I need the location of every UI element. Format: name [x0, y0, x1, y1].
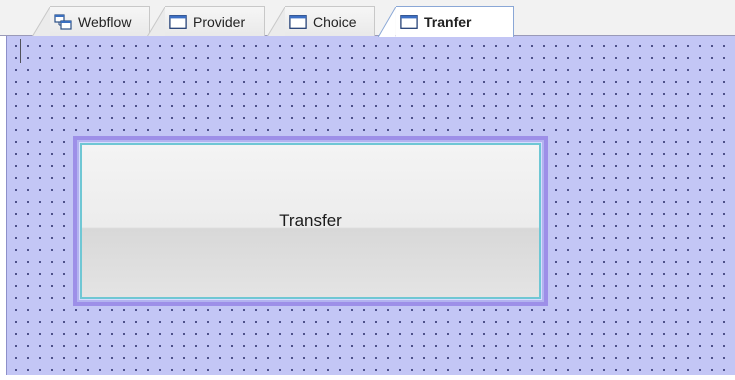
tab-edge-decoration: [147, 7, 165, 37]
tab-tranfer[interactable]: Tranfer: [378, 6, 514, 37]
tab-label: Tranfer: [424, 14, 472, 30]
node-label: Transfer: [279, 211, 342, 230]
transfer-node[interactable]: Transfer: [79, 142, 542, 300]
view-state-icon: [169, 14, 187, 30]
tab-webflow[interactable]: Webflow: [32, 6, 150, 37]
webflow-icon: [54, 13, 72, 30]
design-canvas[interactable]: Transfer: [6, 36, 735, 375]
tab-edge-decoration: [32, 7, 50, 37]
tab-edge-decoration: [378, 7, 396, 37]
tab-provider[interactable]: Provider: [147, 6, 265, 37]
tab-label: Choice: [313, 13, 357, 30]
text-caret: [20, 39, 21, 63]
editor-tab-strip: Webflow Provider Choice Tranfer: [0, 0, 735, 37]
tab-edge-decoration: [267, 7, 285, 37]
tab-choice[interactable]: Choice: [267, 6, 375, 37]
canvas-bottom-edge: [0, 375, 735, 380]
tab-label: Provider: [193, 13, 246, 30]
selected-node-frame[interactable]: Transfer: [73, 136, 548, 306]
view-state-icon: [289, 14, 307, 30]
view-state-icon: [400, 14, 418, 30]
tab-label: Webflow: [78, 13, 132, 30]
